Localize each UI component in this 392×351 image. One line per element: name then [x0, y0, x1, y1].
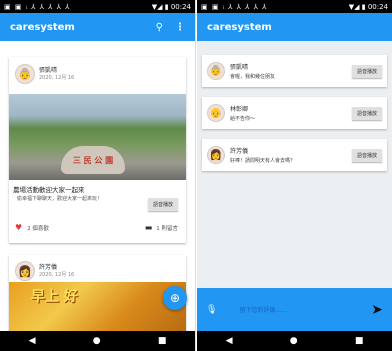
clock: ▼◢ ▮ 00:24 [151, 2, 191, 11]
home-icon[interactable]: ● [93, 336, 101, 346]
post-author: 許芳儀 [39, 264, 58, 271]
app-title: caresystem [207, 21, 272, 33]
plus-icon: ⊕ [169, 291, 181, 305]
comment-author: 林彰卿 [230, 106, 249, 113]
post-date: 2020, 12月 16 [39, 75, 75, 81]
microphone-icon[interactable]: 🎙 [206, 305, 217, 315]
post-date: 2020, 12月 16 [39, 272, 75, 278]
back-icon[interactable]: ◀ [226, 336, 233, 346]
comment-item: 👵 張凱晴 會喔，我和幾位朋友 語音播放 [202, 55, 387, 87]
voice-play-button[interactable]: 語音播放 [351, 64, 382, 78]
avatar: 👵 [207, 62, 225, 80]
comment-item: 👴 林彰卿 給不告你～ 語音播放 [202, 97, 387, 129]
send-icon[interactable]: ➤ [371, 302, 383, 318]
comment-author: 許芳儀 [230, 148, 249, 155]
app-bar: caresystem [197, 13, 392, 41]
post-title: 農場活動歡迎大家一起來 [13, 186, 85, 194]
status-bar: ▣ ▣ ᵢ ⅄ ⅄ ⅄ ⅄ ⅄ ▼◢ ▮ 00:24 [197, 0, 392, 13]
home-icon[interactable]: ● [290, 336, 298, 346]
status-bar: ▣ ▣ ᵢ ⅄ ⅄ ⅄ ⅄ ⅄ ▼◢ ▮ 00:24 [0, 0, 195, 13]
like-count: 2 個喜歡 [27, 225, 49, 232]
avatar: 👴 [207, 104, 225, 122]
more-vert-icon[interactable]: ⋮ [175, 22, 185, 33]
comment-input[interactable]: 留下您的評論...... [239, 305, 371, 314]
voice-play-button[interactable]: 語音播放 [351, 148, 382, 162]
recents-icon[interactable]: ■ [355, 336, 364, 346]
heart-icon[interactable]: ♥ [15, 223, 22, 232]
recents-icon[interactable]: ■ [158, 336, 167, 346]
comment-input-bar: 🎙 留下您的評論...... ➤ [197, 288, 392, 331]
feed-screen: ▣ ▣ ᵢ ⅄ ⅄ ⅄ ⅄ ⅄ ▼◢ ▮ 00:24 caresystem ⚲ … [0, 0, 196, 351]
notification-icons: ▣ ▣ ᵢ ⅄ ⅄ ⅄ ⅄ ⅄ [4, 2, 71, 11]
comment-text: 會喔，我和幾位朋友 [230, 74, 276, 80]
post-author: 張凱晴 [39, 67, 58, 74]
post-image: 早上 好 [9, 282, 186, 332]
voice-play-button[interactable]: 語音播放 [147, 198, 178, 211]
comments-screen: ▣ ▣ ᵢ ⅄ ⅄ ⅄ ⅄ ⅄ ▼◢ ▮ 00:24 caresystem 👵 … [197, 0, 392, 351]
clock: ▼◢ ▮ 00:24 [348, 2, 388, 11]
avatar: 👩 [15, 261, 35, 281]
post-image: 三 民 公 園 [9, 94, 186, 180]
park-sign: 三 民 公 園 [61, 146, 125, 174]
avatar: 👵 [15, 64, 35, 84]
feed-list[interactable]: 👵 張凱晴 2020, 12月 16 三 民 公 園 農場活動歡迎大家一起來 偷… [0, 41, 195, 335]
search-icon[interactable]: ⚲ [156, 22, 163, 33]
comment-text: 好棒！請問明天有人會去嗎？ [230, 158, 296, 164]
comment-text: 給不告你～ [230, 116, 256, 122]
comment-author: 張凱晴 [230, 64, 249, 71]
app-title: caresystem [10, 21, 75, 33]
nav-bar: ◀ ● ■ [197, 331, 392, 351]
back-icon[interactable]: ◀ [29, 336, 36, 346]
post-body: 偷幸福下聊聊天，歡迎大家一起來玩！ [17, 196, 103, 202]
comment-item: 👩 許芳儀 好棒！請問明天有人會去嗎？ 語音播放 [202, 139, 387, 171]
comment-icon[interactable]: ▬ [145, 223, 153, 232]
comment-count: 1 則留言 [156, 225, 178, 232]
image-greeting: 早上 好 [31, 289, 78, 305]
post-card[interactable]: 👵 張凱晴 2020, 12月 16 三 民 公 園 農場活動歡迎大家一起來 偷… [9, 57, 186, 243]
avatar: 👩 [207, 146, 225, 164]
nav-bar: ◀ ● ■ [0, 331, 195, 351]
add-post-button[interactable]: ⊕ [163, 286, 187, 310]
app-bar: caresystem ⚲ ⋮ [0, 13, 195, 41]
notification-icons: ▣ ▣ ᵢ ⅄ ⅄ ⅄ ⅄ ⅄ [201, 2, 268, 11]
voice-play-button[interactable]: 語音播放 [351, 106, 382, 120]
